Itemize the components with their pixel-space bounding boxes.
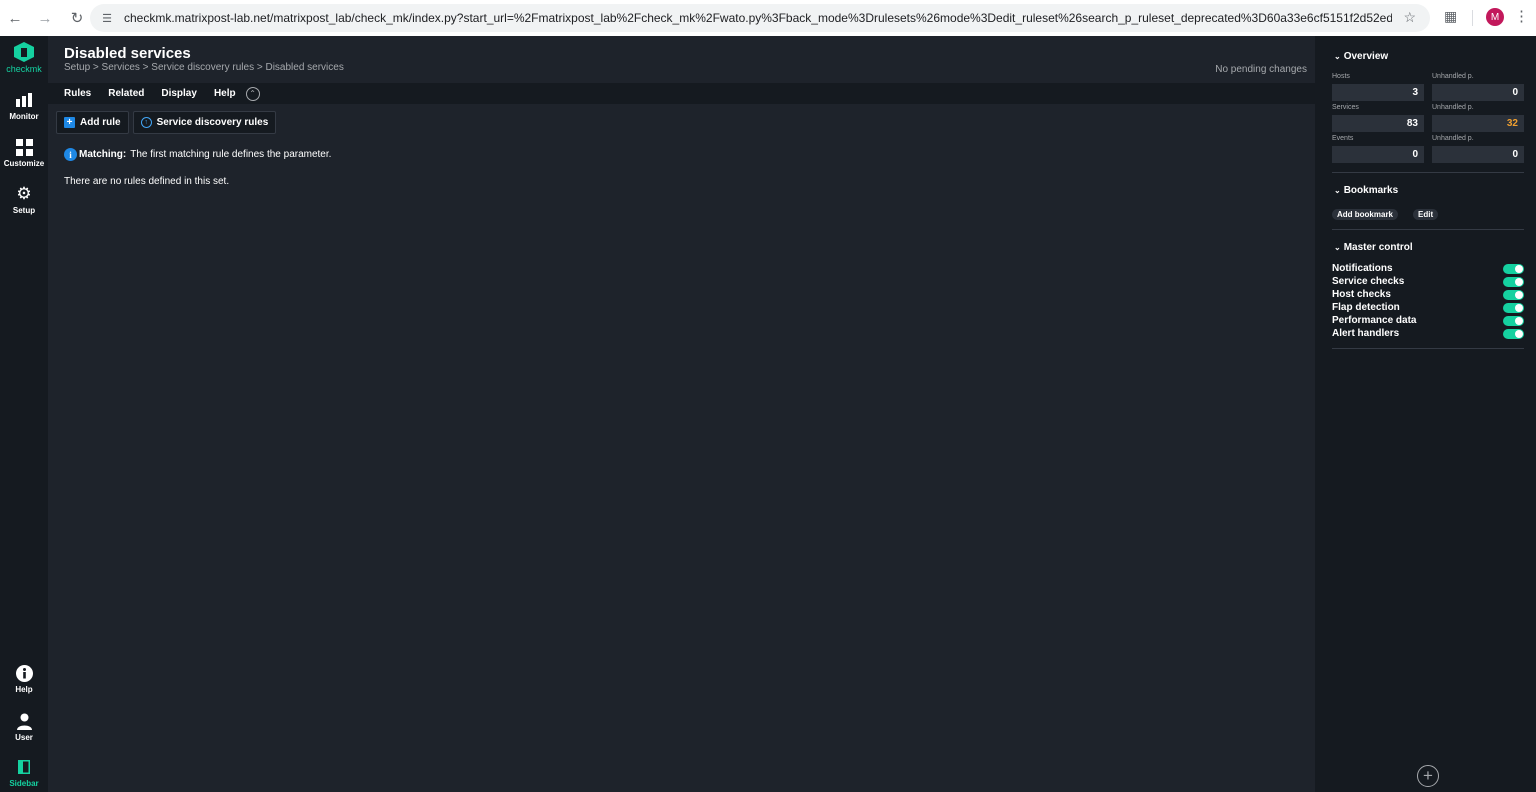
url-text[interactable]: checkmk.matrixpost-lab.net/matrixpost_la…	[124, 11, 1392, 25]
edit-bookmarks-button[interactable]: Edit	[1413, 209, 1439, 220]
events-unhandled-value[interactable]: 0	[1432, 146, 1524, 163]
main-content: Disabled services Setup > Services > Ser…	[48, 36, 1315, 792]
bookmark-star-icon[interactable]: ☆	[1403, 9, 1416, 26]
matching-label: Matching:	[79, 149, 127, 160]
services-unhandled-label: Unhandled p.	[1432, 104, 1474, 111]
hosts-value[interactable]: 3	[1332, 84, 1424, 101]
performance-data-toggle[interactable]	[1503, 316, 1524, 326]
info-icon: i	[64, 148, 77, 161]
host-checks-toggle[interactable]	[1503, 290, 1524, 300]
right-sidebar: ⌄ Overview Hosts Unhandled p. 3 0 Service…	[1315, 36, 1536, 792]
alert-handlers-toggle[interactable]	[1503, 329, 1524, 339]
master-control-header[interactable]: ⌄ Master control	[1334, 242, 1413, 253]
hosts-unhandled-label: Unhandled p.	[1432, 73, 1474, 80]
add-snapin-icon[interactable]: +	[1417, 765, 1439, 787]
empty-rules-message: There are no rules defined in this set.	[64, 176, 230, 187]
bookmarks-header[interactable]: ⌄ Bookmarks	[1334, 185, 1398, 196]
grid-icon	[0, 137, 48, 157]
bar-chart-icon	[0, 90, 48, 110]
page-title: Disabled services	[64, 45, 191, 62]
events-unhandled-label: Unhandled p.	[1432, 135, 1474, 142]
profile-avatar[interactable]: M	[1486, 8, 1504, 26]
arrow-up-icon: ↑	[140, 117, 152, 128]
service-discovery-rules-button[interactable]: ↑ Service discovery rules	[132, 111, 277, 134]
overview-title: Overview	[1343, 51, 1389, 62]
nav-label: Monitor	[9, 112, 39, 121]
services-label: Services	[1332, 104, 1359, 111]
nav-label: Help	[15, 685, 33, 694]
host-checks-label: Host checks	[1332, 289, 1391, 300]
hosts-label: Hosts	[1332, 73, 1350, 80]
matching-info: i Matching: The first matching rule defi…	[64, 148, 331, 161]
services-value[interactable]: 83	[1332, 115, 1424, 132]
add-bookmark-button[interactable]: Add bookmark	[1332, 209, 1399, 220]
alert-handlers-label: Alert handlers	[1332, 328, 1400, 339]
reload-icon[interactable]: ↻	[66, 7, 88, 29]
add-rule-button[interactable]: + Add rule	[56, 111, 129, 134]
menu-display[interactable]: Display	[161, 88, 197, 99]
extensions-icon[interactable]: ▦	[1444, 8, 1457, 25]
nav-label: Setup	[12, 206, 36, 215]
add-rule-label: Add rule	[80, 117, 121, 128]
snapin-divider	[1332, 172, 1524, 173]
service-checks-toggle[interactable]	[1503, 277, 1524, 287]
events-label: Events	[1332, 135, 1354, 142]
flap-detection-label: Flap detection	[1332, 302, 1400, 313]
action-toolbar: + Add rule ↑ Service discovery rules	[56, 111, 280, 134]
breadcrumb[interactable]: Setup > Services > Service discovery rul…	[64, 62, 344, 73]
notifications-toggle[interactable]	[1503, 264, 1524, 274]
nav-help[interactable]: Help	[0, 663, 48, 694]
pending-changes[interactable]: No pending changes	[1215, 64, 1307, 75]
forward-arrow-icon[interactable]: →	[34, 7, 56, 29]
checkmk-logo[interactable]: checkmk	[0, 42, 48, 74]
info-icon	[0, 663, 48, 683]
user-icon	[0, 711, 48, 731]
address-bar[interactable]: ☰ checkmk.matrixpost-lab.net/matrixpost_…	[90, 4, 1430, 32]
nav-monitor[interactable]: Monitor	[0, 90, 48, 121]
page-menu-bar: Rules Related Display Help ⌃	[48, 83, 1315, 104]
service-discovery-rules-label: Service discovery rules	[156, 117, 269, 128]
nav-label: Customize	[3, 159, 45, 168]
checkmk-logo-icon	[14, 42, 34, 62]
gear-icon: ⚙	[16, 184, 32, 203]
snapin-divider	[1332, 348, 1524, 349]
browser-toolbar: ← → ↻ ☰ checkmk.matrixpost-lab.net/matri…	[0, 0, 1536, 36]
nav-setup[interactable]: ⚙ Setup	[0, 184, 48, 215]
chevron-down-icon: ⌄	[1334, 52, 1341, 61]
toolbar-divider	[1472, 10, 1473, 26]
browser-menu-icon[interactable]: ⋮	[1514, 7, 1529, 25]
master-control-title: Master control	[1343, 242, 1413, 253]
overview-header[interactable]: ⌄ Overview	[1334, 51, 1388, 62]
nav-sidebar[interactable]: Sidebar	[0, 757, 48, 788]
sidebar-icon	[0, 757, 48, 777]
menu-related[interactable]: Related	[108, 88, 144, 99]
bookmarks-title: Bookmarks	[1343, 185, 1399, 196]
matching-text: The first matching rule defines the para…	[130, 149, 332, 160]
service-checks-label: Service checks	[1332, 276, 1405, 287]
chevron-up-icon[interactable]: ⌃	[245, 86, 260, 101]
events-value[interactable]: 0	[1332, 146, 1424, 163]
services-unhandled-value[interactable]: 32	[1432, 115, 1524, 132]
nav-label: User	[15, 733, 33, 742]
back-arrow-icon[interactable]: ←	[4, 7, 26, 29]
nav-user[interactable]: User	[0, 711, 48, 742]
menu-help[interactable]: Help	[214, 88, 236, 99]
left-nav: checkmk Monitor Customize ⚙ Setup Help U…	[0, 36, 48, 792]
notifications-label: Notifications	[1332, 263, 1393, 274]
site-settings-icon[interactable]: ☰	[98, 9, 116, 27]
flap-detection-toggle[interactable]	[1503, 303, 1524, 313]
performance-data-label: Performance data	[1332, 315, 1417, 326]
menu-rules[interactable]: Rules	[64, 88, 91, 99]
plus-icon: +	[64, 117, 75, 128]
nav-label: Sidebar	[9, 779, 39, 788]
logo-text: checkmk	[6, 64, 42, 74]
hosts-unhandled-value[interactable]: 0	[1432, 84, 1524, 101]
snapin-divider	[1332, 229, 1524, 230]
nav-customize[interactable]: Customize	[0, 137, 48, 168]
chevron-down-icon: ⌄	[1334, 243, 1341, 252]
chevron-down-icon: ⌄	[1334, 186, 1341, 195]
